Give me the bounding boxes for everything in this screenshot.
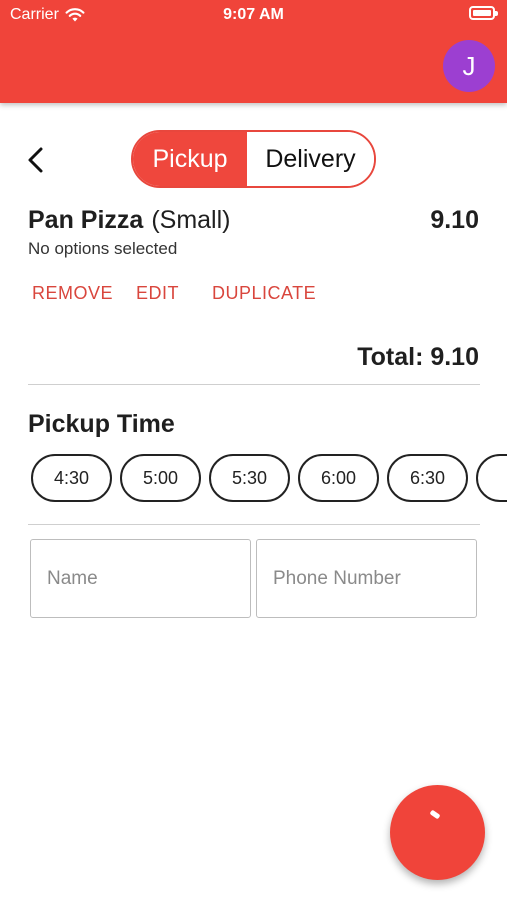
delivery-option[interactable]: Delivery [247, 132, 374, 186]
time-slot[interactable]: 4:30 [31, 454, 112, 502]
app-bar: Carrier 9:07 AM J [0, 0, 507, 103]
fab-icon [429, 809, 441, 820]
order-total: Total: 9.10 [357, 343, 479, 371]
battery-icon [469, 6, 498, 20]
back-arrow-icon[interactable] [24, 146, 46, 174]
item-options: No options selected [28, 239, 178, 258]
time-slot[interactable]: 6:00 [298, 454, 379, 502]
status-time: 9:07 AM [223, 6, 284, 23]
order-type-toggle: Pickup Delivery [131, 130, 376, 188]
cart-item-title: Pan Pizza (Small) [28, 206, 231, 235]
duplicate-button[interactable]: DUPLICATE [212, 283, 316, 304]
remove-button[interactable]: REMOVE [32, 283, 113, 304]
item-size: (Small) [151, 206, 231, 234]
item-price: 9.10 [430, 206, 479, 234]
divider [28, 524, 480, 525]
time-slot[interactable]: 6:30 [387, 454, 468, 502]
floating-action-button[interactable] [390, 785, 485, 880]
item-name: Pan Pizza [28, 206, 144, 234]
time-slot[interactable]: 5:00 [120, 454, 201, 502]
time-slot-partial[interactable] [476, 454, 507, 502]
pickup-option[interactable]: Pickup [133, 132, 247, 186]
pickup-time-slots[interactable]: 4:30 5:00 5:30 6:00 6:30 [31, 454, 507, 504]
edit-button[interactable]: EDIT [136, 283, 179, 304]
time-slot[interactable]: 5:30 [209, 454, 290, 502]
status-bar: Carrier 9:07 AM [0, 0, 507, 30]
divider [28, 384, 480, 385]
name-field[interactable]: Name [30, 539, 251, 618]
pickup-time-heading: Pickup Time [28, 410, 175, 438]
avatar[interactable]: J [443, 40, 495, 92]
phone-number-field[interactable]: Phone Number [256, 539, 477, 618]
